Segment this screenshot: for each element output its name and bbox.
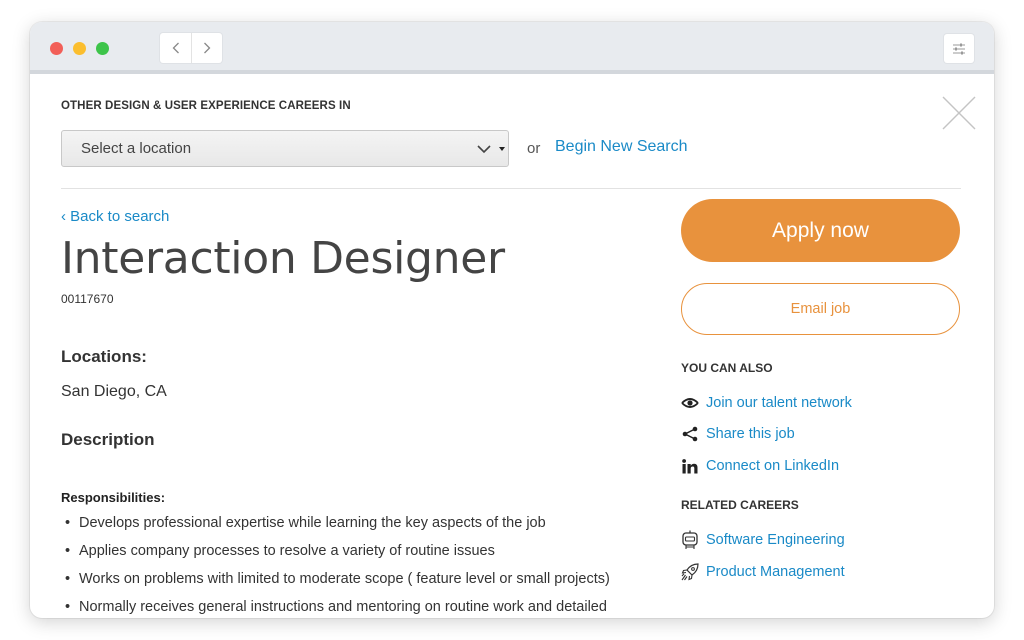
related-software-engineering-link[interactable]: Software Engineering <box>681 530 845 549</box>
description-heading: Description <box>61 430 155 449</box>
chevron-left-icon <box>172 42 179 54</box>
robot-icon <box>681 530 699 549</box>
page-content: OTHER DESIGN & USER EXPERIENCE CAREERS I… <box>30 78 994 618</box>
share-job-label: Share this job <box>706 426 795 442</box>
software-engineering-label: Software Engineering <box>706 532 845 548</box>
title-bar <box>30 22 994 74</box>
eye-icon <box>681 394 699 412</box>
caret-down-icon <box>499 147 505 151</box>
connect-linkedin-label: Connect on LinkedIn <box>706 458 840 474</box>
share-icon <box>681 425 699 443</box>
locations-heading: Locations: <box>61 347 147 366</box>
chevron-right-icon <box>204 42 211 54</box>
responsibilities-list: Develops professional expertise while le… <box>61 513 641 618</box>
forward-button[interactable] <box>191 33 222 63</box>
settings-button[interactable] <box>944 34 974 63</box>
chevron-down-icon <box>477 145 491 154</box>
product-management-label: Product Management <box>706 564 845 580</box>
careers-heading: OTHER DESIGN & USER EXPERIENCE CAREERS I… <box>61 100 351 112</box>
close-icon <box>942 96 976 130</box>
related-product-management-link[interactable]: Product Management <box>681 563 845 581</box>
you-can-also-heading: YOU CAN ALSO <box>681 361 773 375</box>
browser-window: OTHER DESIGN & USER EXPERIENCE CAREERS I… <box>30 22 994 618</box>
job-id: 00117670 <box>61 292 114 306</box>
connect-linkedin-link[interactable]: Connect on LinkedIn <box>681 457 839 475</box>
share-job-link[interactable]: Share this job <box>681 425 795 443</box>
join-talent-network-link[interactable]: Join our talent network <box>681 394 852 412</box>
location-select[interactable]: Select a location <box>61 130 509 167</box>
list-item: Works on problems with limited to modera… <box>61 569 641 597</box>
job-title: Interaction Designer <box>61 233 505 284</box>
close-panel-button[interactable] <box>942 96 976 130</box>
rocket-icon <box>681 563 699 581</box>
minimize-window-button[interactable] <box>73 42 86 55</box>
back-button[interactable] <box>160 33 191 63</box>
or-separator: or <box>527 140 541 157</box>
list-item: Applies company processes to resolve a v… <box>61 541 641 569</box>
location-select-value: Select a location <box>81 140 192 157</box>
email-job-button[interactable]: Email job <box>681 283 960 335</box>
list-item: Normally receives general instructions a… <box>61 597 641 618</box>
responsibilities-heading: Responsibilities: <box>61 490 166 505</box>
begin-new-search-link[interactable]: Begin New Search <box>555 138 688 156</box>
back-to-search-link[interactable]: ‹ Back to search <box>61 208 169 225</box>
apply-now-button[interactable]: Apply now <box>681 199 960 262</box>
close-window-button[interactable] <box>50 42 63 55</box>
navigation-buttons <box>160 33 222 63</box>
join-talent-network-label: Join our talent network <box>706 395 852 411</box>
sliders-icon <box>953 43 965 54</box>
maximize-window-button[interactable] <box>96 42 109 55</box>
related-careers-heading: RELATED CAREERS <box>681 498 799 512</box>
linkedin-icon <box>681 457 699 475</box>
location-value: San Diego, CA <box>61 383 167 400</box>
list-item: Develops professional expertise while le… <box>61 513 641 541</box>
divider <box>61 188 961 189</box>
